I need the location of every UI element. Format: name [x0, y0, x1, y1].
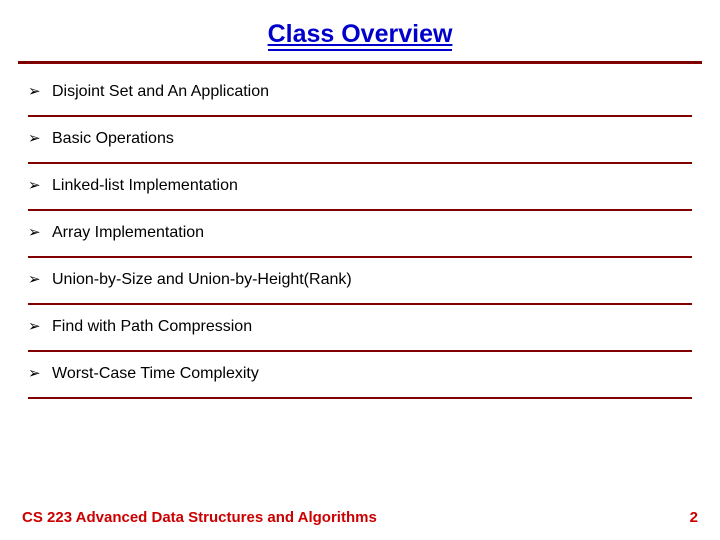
arrow-bullet-icon: ➢ — [28, 364, 52, 382]
arrow-bullet-icon: ➢ — [28, 176, 52, 194]
arrow-bullet-icon: ➢ — [28, 317, 52, 335]
list-item-text: Find with Path Compression — [52, 318, 252, 336]
slide-title: Class Overview — [268, 20, 453, 51]
footer-course-name: CS 223 Advanced Data Structures and Algo… — [22, 509, 377, 526]
slide-content: ➢ Disjoint Set and An Application ➢ Basi… — [0, 64, 720, 399]
list-item-text: Disjoint Set and An Application — [52, 83, 269, 101]
list-item-text: Basic Operations — [52, 130, 174, 148]
list-item: ➢ Basic Operations — [28, 129, 692, 164]
arrow-bullet-icon: ➢ — [28, 82, 52, 100]
list-item-text: Array Implementation — [52, 224, 204, 242]
slide-footer: CS 223 Advanced Data Structures and Algo… — [0, 509, 720, 526]
list-item-text: Worst-Case Time Complexity — [52, 365, 259, 383]
list-item: ➢ Find with Path Compression — [28, 317, 692, 352]
arrow-bullet-icon: ➢ — [28, 129, 52, 147]
list-item: ➢ Worst-Case Time Complexity — [28, 364, 692, 399]
footer-page-number: 2 — [690, 509, 698, 526]
list-item: ➢ Disjoint Set and An Application — [28, 82, 692, 117]
list-item-text: Union-by-Size and Union-by-Height(Rank) — [52, 271, 352, 289]
arrow-bullet-icon: ➢ — [28, 270, 52, 288]
list-item: ➢ Union-by-Size and Union-by-Height(Rank… — [28, 270, 692, 305]
list-item: ➢ Array Implementation — [28, 223, 692, 258]
list-item-text: Linked-list Implementation — [52, 177, 238, 195]
arrow-bullet-icon: ➢ — [28, 223, 52, 241]
list-item: ➢ Linked-list Implementation — [28, 176, 692, 211]
slide-header: Class Overview — [0, 0, 720, 61]
